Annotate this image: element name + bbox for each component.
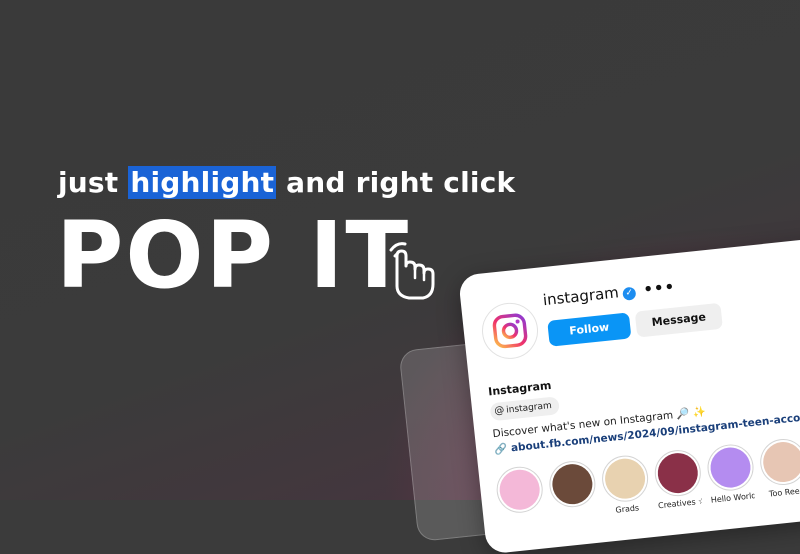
instagram-profile-card: instagram ✓ ••• Follow Message Instagram @… [458, 234, 800, 554]
highlight-item[interactable]: Too Reel [757, 436, 800, 499]
tagline-pre: just [58, 166, 129, 199]
highlight-label: Grads [615, 503, 640, 515]
highlight-item[interactable]: Hello World [705, 442, 756, 505]
threads-icon: @ [493, 404, 505, 417]
highlight-label [500, 513, 544, 518]
instagram-logo-icon [492, 313, 528, 349]
highlight-thumbnail [547, 458, 598, 510]
more-options-icon[interactable]: ••• [643, 277, 676, 298]
highlight-item[interactable] [494, 464, 545, 527]
highlight-thumbnail [652, 447, 704, 499]
profile-username[interactable]: instagram [542, 283, 620, 309]
highlight-label: Hello World [710, 491, 756, 505]
highlight-thumbnail [599, 453, 651, 504]
highlight-thumbnail [705, 442, 756, 493]
tagline-highlight: highlight [128, 166, 277, 199]
highlight-item[interactable] [547, 458, 598, 521]
tagline-post: and right click [276, 166, 516, 199]
avatar[interactable] [479, 300, 541, 362]
profile-username-row: instagram ✓ ••• [542, 277, 676, 309]
highlight-item[interactable]: Creatives ☆ [652, 447, 704, 511]
highlight-thumbnail [494, 464, 545, 516]
threads-link[interactable]: @instagram [489, 396, 560, 422]
highlight-label: Creatives ☆ [657, 496, 703, 511]
hand-pointer-click-icon [389, 242, 435, 300]
highlight-thumbnail [757, 436, 800, 488]
link-icon: 🔗 [493, 442, 509, 457]
threads-handle: instagram [505, 400, 553, 416]
highlight-label: Too Reel [768, 486, 800, 499]
follow-button[interactable]: Follow [547, 312, 632, 347]
highlight-label [552, 508, 596, 513]
verified-badge-icon: ✓ [622, 286, 637, 301]
message-button[interactable]: Message [634, 302, 723, 338]
profile-display-name: Instagram [487, 378, 552, 399]
highlight-item[interactable]: Grads [599, 453, 651, 516]
tagline: just highlight and right click [58, 166, 515, 199]
headline: POP IT [56, 202, 411, 309]
